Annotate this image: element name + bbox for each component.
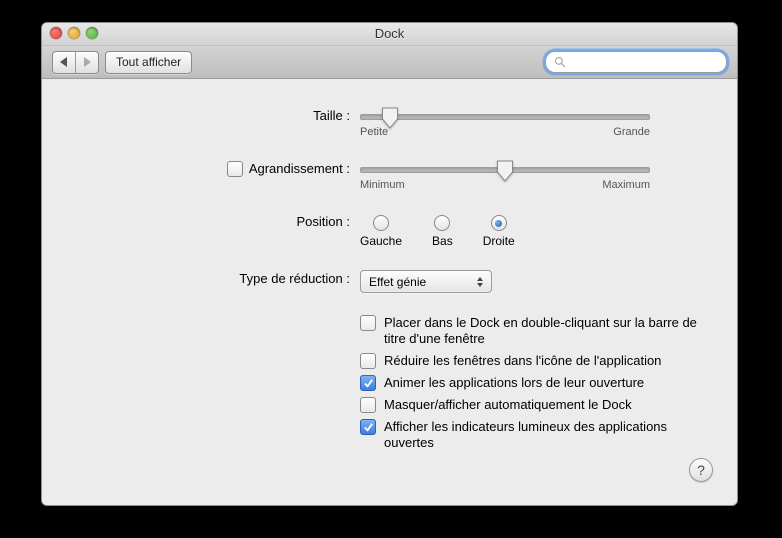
search-field[interactable]	[545, 51, 727, 73]
magnification-slider[interactable]	[360, 167, 650, 173]
magnification-row: Agrandissement : Minimum Maximum	[70, 160, 709, 191]
show-all-label: Tout afficher	[116, 55, 181, 69]
show-all-button[interactable]: Tout afficher	[105, 51, 192, 74]
zoom-icon[interactable]	[86, 27, 98, 39]
radio-left[interactable]	[373, 215, 389, 231]
checkbox-icon[interactable]	[360, 375, 376, 391]
position-option-right[interactable]: Droite	[483, 215, 515, 248]
radio-bottom[interactable]	[434, 215, 450, 231]
window-title: Dock	[375, 26, 405, 41]
checkbox-label: Animer les applications lors de leur ouv…	[384, 375, 644, 391]
minimize-effect-label: Type de réduction :	[239, 270, 350, 288]
size-slider[interactable]	[360, 114, 650, 120]
checkbox-icon[interactable]	[360, 353, 376, 369]
minimize-effect-popup[interactable]: Effet génie	[360, 270, 492, 293]
search-icon	[554, 56, 566, 68]
forward-button[interactable]	[76, 52, 98, 73]
position-row: Position : Gauche Bas Droite	[70, 213, 709, 248]
magnification-label: Agrandissement :	[249, 160, 350, 178]
minimize-effect-selected: Effet génie	[369, 275, 426, 289]
popup-arrows-icon	[473, 273, 487, 290]
forward-icon	[83, 57, 91, 67]
radio-right[interactable]	[491, 215, 507, 231]
position-option-left[interactable]: Gauche	[360, 215, 402, 248]
minimize-icon[interactable]	[68, 27, 80, 39]
checkbox-label: Réduire les fenêtres dans l'icône de l'a…	[384, 353, 661, 369]
checkbox-icon[interactable]	[360, 397, 376, 413]
magnification-max-label: Maximum	[602, 179, 650, 191]
checkbox-autohide[interactable]: Masquer/afficher automatiquement le Dock	[360, 397, 709, 413]
position-option-right-label: Droite	[483, 234, 515, 248]
back-button[interactable]	[53, 52, 76, 73]
options-checklist: Placer dans le Dock en double-cliquant s…	[360, 315, 709, 451]
position-option-left-label: Gauche	[360, 234, 402, 248]
size-max-label: Grande	[613, 126, 650, 138]
minimize-effect-row: Type de réduction : Effet génie	[70, 270, 709, 293]
window-traffic-lights	[50, 27, 98, 39]
position-label: Position :	[297, 213, 350, 231]
help-button[interactable]: ?	[689, 458, 713, 482]
close-icon[interactable]	[50, 27, 62, 39]
nav-segmented	[52, 51, 99, 74]
checkbox-double-click-title[interactable]: Placer dans le Dock en double-cliquant s…	[360, 315, 709, 347]
titlebar[interactable]: Dock	[42, 23, 737, 46]
checkbox-show-indicators[interactable]: Afficher les indicateurs lumineux des ap…	[360, 419, 709, 451]
dock-preferences-window: Dock Tout afficher Taille :	[41, 22, 738, 506]
checkbox-label: Afficher les indicateurs lumineux des ap…	[384, 419, 709, 451]
position-option-bottom[interactable]: Bas	[432, 215, 453, 248]
checkbox-icon[interactable]	[360, 315, 376, 331]
magnification-min-label: Minimum	[360, 179, 405, 191]
checkbox-label: Placer dans le Dock en double-cliquant s…	[384, 315, 709, 347]
checkbox-label: Masquer/afficher automatiquement le Dock	[384, 397, 632, 413]
content-area: Taille : Petite Grande Agrandissement :	[42, 79, 737, 506]
size-label: Taille :	[313, 107, 350, 125]
checkbox-icon[interactable]	[360, 419, 376, 435]
size-slider-thumb[interactable]	[381, 107, 398, 129]
checkbox-animate-opening[interactable]: Animer les applications lors de leur ouv…	[360, 375, 709, 391]
size-row: Taille : Petite Grande	[70, 107, 709, 138]
magnification-checkbox[interactable]	[227, 161, 243, 177]
position-option-bottom-label: Bas	[432, 234, 453, 248]
checkbox-minimize-into-app[interactable]: Réduire les fenêtres dans l'icône de l'a…	[360, 353, 709, 369]
toolbar: Tout afficher	[42, 46, 737, 79]
back-icon	[60, 57, 68, 67]
magnification-slider-thumb[interactable]	[497, 160, 514, 182]
search-input[interactable]	[571, 54, 705, 70]
